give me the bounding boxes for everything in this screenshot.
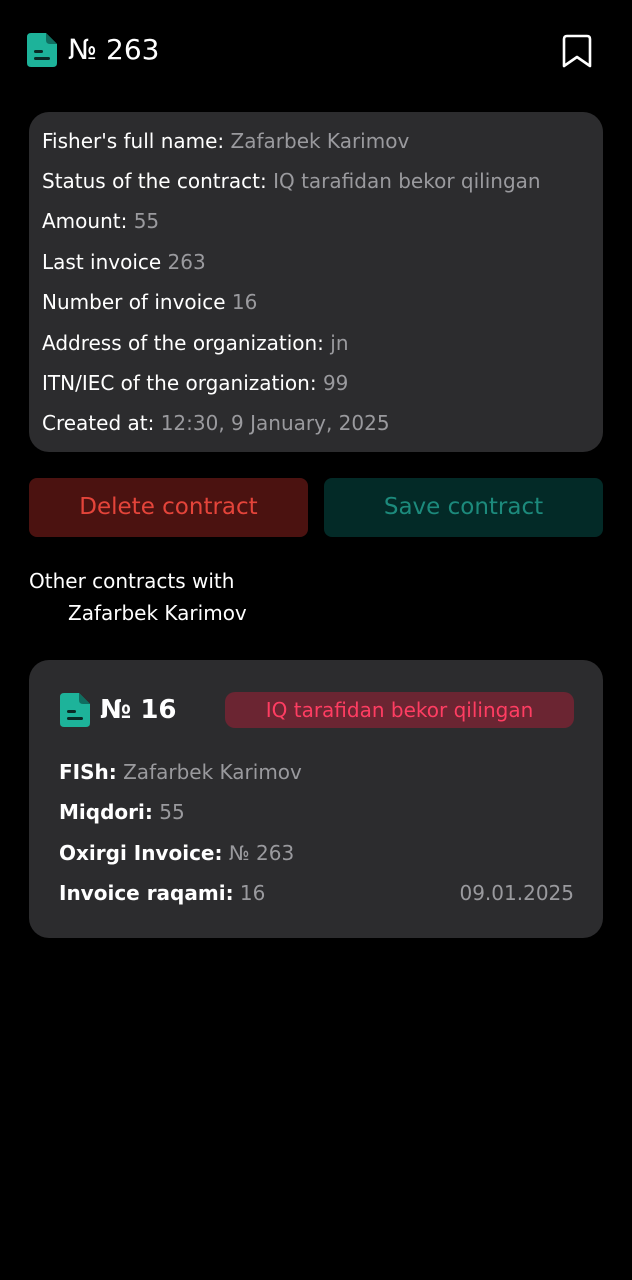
document-icon <box>27 33 57 67</box>
other-contracts-heading-line1: Other contracts with <box>29 569 235 593</box>
fisher-name-row: Fisher's full name: Zafarbek Karimov <box>42 127 409 155</box>
fish-value: Zafarbek Karimov <box>123 760 302 784</box>
oxirgi-invoice-label: Oxirgi Invoice: <box>59 841 223 865</box>
status-badge: IQ tarafidan bekor qilingan <box>225 692 574 728</box>
amount-row: Amount: 55 <box>42 207 159 235</box>
amount-label: Amount: <box>42 209 128 233</box>
organization-itn-row: ITN/IEC of the organization: 99 <box>42 369 348 397</box>
other-contracts-heading: Other contracts with Zafarbek Karimov <box>29 565 329 629</box>
last-invoice-row: Last invoice 263 <box>42 248 206 276</box>
invoice-number-value: 16 <box>231 290 258 314</box>
miqdori-label: Miqdori: <box>59 800 153 824</box>
invoice-number-label: Number of invoice <box>42 290 226 314</box>
contract-number: № 16 <box>100 695 177 725</box>
created-at-row: Created at: 12:30, 9 January, 2025 <box>42 409 390 437</box>
page-title: № 263 <box>68 33 160 66</box>
contract-status-row: Status of the contract: IQ tarafidan bek… <box>42 167 541 195</box>
invoice-raqami-value: 16 <box>239 881 266 905</box>
created-at-label: Created at: <box>42 411 155 435</box>
contract-status-value: IQ tarafidan bekor qilingan <box>273 169 541 193</box>
organization-address-row: Address of the organization: jn <box>42 329 349 357</box>
fish-label: FISh: <box>59 760 117 784</box>
contract-status-label: Status of the contract: <box>42 169 267 193</box>
oxirgi-invoice-value: № 263 <box>228 841 295 865</box>
miqdori-row: Miqdori: 55 <box>59 798 185 826</box>
document-icon <box>60 693 90 727</box>
fisher-name-value: Zafarbek Karimov <box>230 129 410 153</box>
contract-details-card: Fisher's full name: Zafarbek Karimov Sta… <box>29 112 603 452</box>
delete-contract-button[interactable]: Delete contract <box>29 478 308 537</box>
organization-address-value: jn <box>330 331 349 355</box>
oxirgi-invoice-row: Oxirgi Invoice: № 263 <box>59 839 294 867</box>
fish-row: FISh: Zafarbek Karimov <box>59 758 302 786</box>
fisher-name-label: Fisher's full name: <box>42 129 225 153</box>
contract-date: 09.01.2025 <box>459 881 574 905</box>
amount-value: 55 <box>133 209 160 233</box>
invoice-raqami-row: Invoice raqami: 16 <box>59 879 265 907</box>
invoice-raqami-label: Invoice raqami: <box>59 881 234 905</box>
contract-card[interactable]: № 16 IQ tarafidan bekor qilingan FISh: Z… <box>29 660 603 938</box>
created-at-value: 12:30, 9 January, 2025 <box>160 411 390 435</box>
save-contract-button[interactable]: Save contract <box>324 478 603 537</box>
last-invoice-label: Last invoice <box>42 250 162 274</box>
organization-itn-label: ITN/IEC of the organization: <box>42 371 317 395</box>
invoice-number-row: Number of invoice 16 <box>42 288 257 316</box>
app-header: № 263 <box>0 0 632 100</box>
last-invoice-value: 263 <box>167 250 206 274</box>
organization-address-label: Address of the organization: <box>42 331 324 355</box>
other-contracts-heading-line2: Zafarbek Karimov <box>68 601 247 625</box>
miqdori-value: 55 <box>159 800 185 824</box>
organization-itn-value: 99 <box>322 371 349 395</box>
bookmark-icon[interactable] <box>561 33 593 69</box>
